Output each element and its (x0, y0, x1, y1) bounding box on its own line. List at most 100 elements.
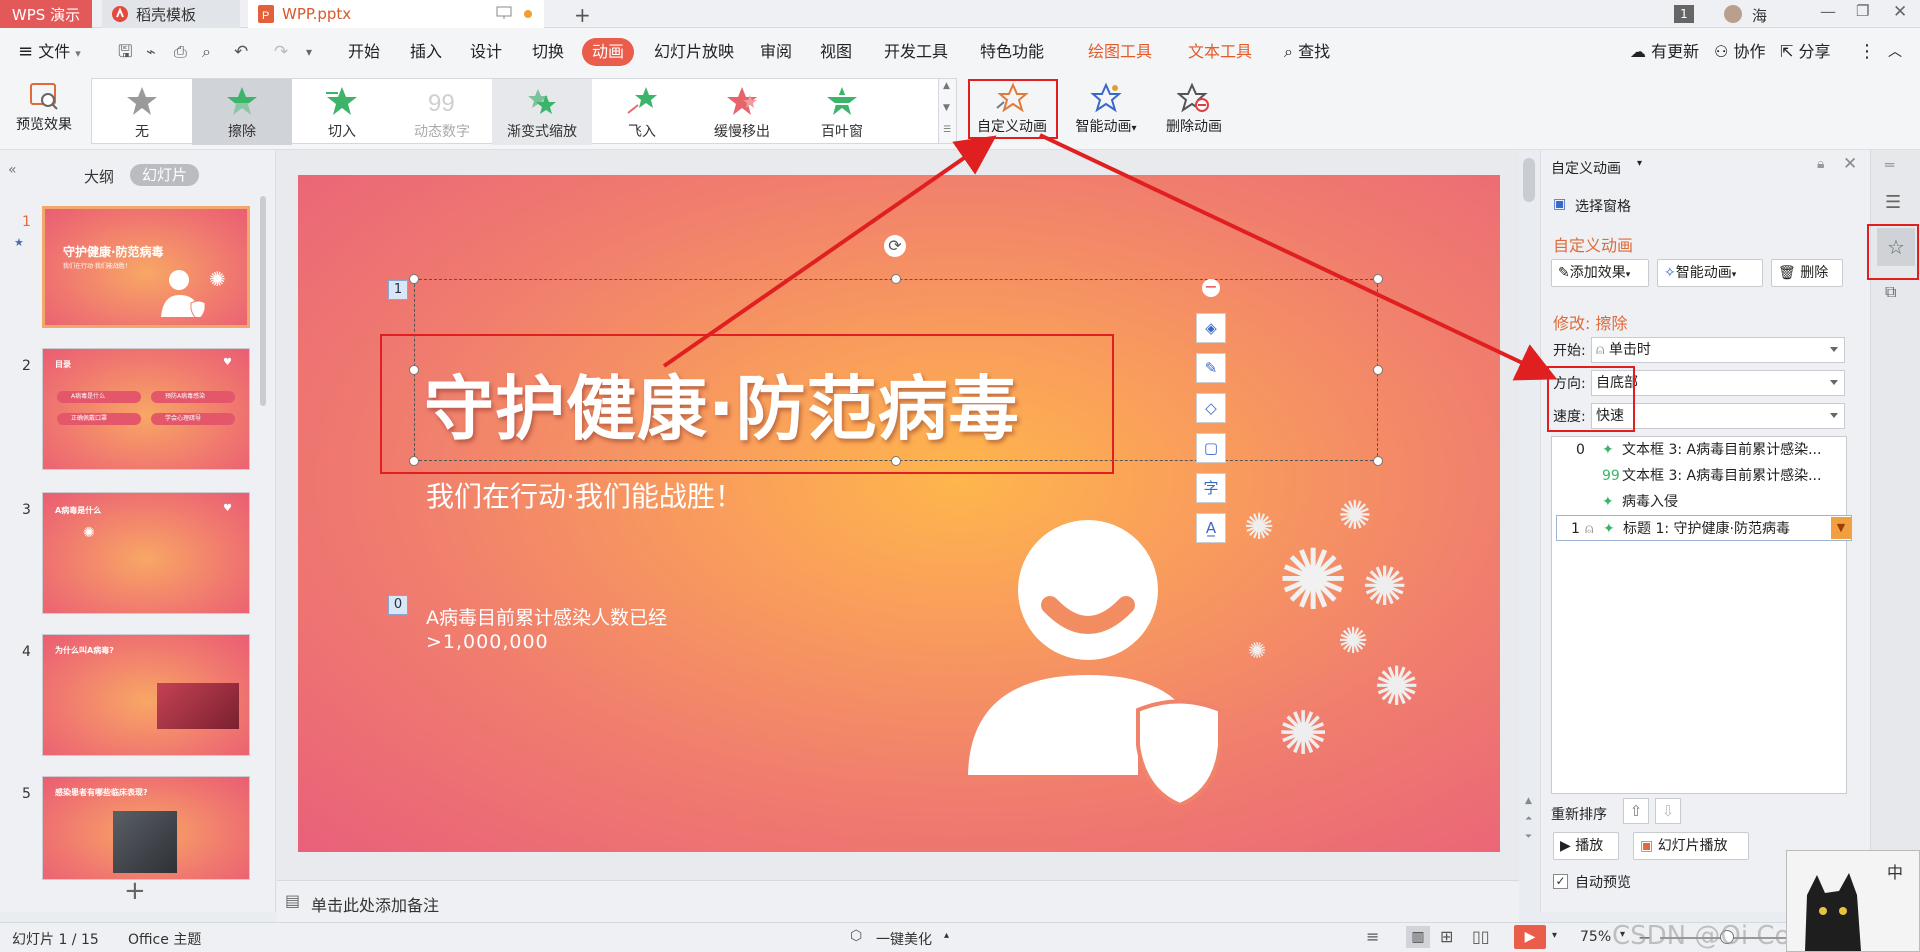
minimize-icon[interactable]: — (1820, 2, 1836, 21)
slide-thumbnail-3[interactable]: A病毒是什么 ♥ ✺ (42, 492, 250, 614)
collapse-toolbar-icon[interactable]: − (1202, 279, 1220, 297)
chevron-down-icon[interactable]: ▾ (1637, 158, 1642, 169)
save-icon[interactable]: 🖫 (118, 38, 132, 66)
file-menu[interactable]: ≡ 文件 ▾ (18, 38, 81, 66)
menu-insert[interactable]: 插入 (410, 38, 442, 66)
resize-handle[interactable] (1373, 365, 1383, 375)
direction-select[interactable]: 自底部 (1591, 370, 1845, 396)
floating-ime-widget[interactable]: 中 (1786, 850, 1920, 952)
next-slide-icon[interactable]: ⏷ (1525, 832, 1532, 842)
slide-canvas[interactable]: ⟳ 1 守护健康·防范病毒 我们在行动·我们能战胜！ 0 A病毒目前累计感染人数… (298, 175, 1500, 852)
selection-pane-link[interactable]: 选择窗格 (1575, 196, 1631, 216)
search-button[interactable]: ⌕ 查找 (1284, 38, 1330, 66)
gallery-expand-icon[interactable]: ☰ (943, 125, 951, 135)
fill-bucket-icon[interactable]: ◇ (1196, 393, 1226, 423)
delete-effect-button[interactable]: 🗑︎ 删除 (1771, 259, 1843, 287)
settings-sliders-icon[interactable]: ☰ (1885, 192, 1901, 213)
menu-transition[interactable]: 切换 (532, 38, 564, 66)
one-click-beautify[interactable]: 一键美化 (876, 929, 932, 949)
tab-outline[interactable]: 大纲 (84, 166, 114, 187)
slide-subtitle[interactable]: 我们在行动·我们能战胜！ (426, 475, 743, 515)
anim-cut-in[interactable]: 切入 (292, 79, 392, 145)
slide-thumbnail-5[interactable]: 感染患者有哪些临床表现? (42, 776, 250, 880)
start-select[interactable]: ⍝ 单击时 (1591, 337, 1845, 363)
anim-none[interactable]: 无 (92, 79, 192, 145)
item-dropdown-icon[interactable]: ▼ (1831, 517, 1851, 539)
menu-animation[interactable]: 动画 (582, 38, 635, 66)
resize-handle[interactable] (1373, 456, 1383, 466)
more-options-icon[interactable]: ⋮ (1858, 38, 1876, 66)
avatar[interactable] (1724, 5, 1742, 23)
menu-design[interactable]: 设计 (470, 38, 502, 66)
user-name[interactable]: 海 (1752, 5, 1767, 26)
slide-thumbnail-4[interactable]: 为什么叫A病毒? (42, 634, 250, 756)
speed-select[interactable]: 快速 (1591, 403, 1845, 429)
slide-sorter-icon[interactable]: ⊞ (1440, 927, 1453, 946)
monitor-icon[interactable] (496, 6, 512, 20)
slide-vscrollbar[interactable] (1523, 158, 1535, 202)
pen-icon[interactable]: ✎ (1196, 353, 1226, 383)
slide-body-number[interactable]: >1,000,000 (426, 631, 549, 653)
list-item[interactable]: ✦ 病毒入侵 (1556, 489, 1852, 515)
rotate-handle-icon[interactable]: ⟳ (884, 235, 906, 257)
animation-order-tag[interactable]: 1 (388, 280, 408, 300)
notes-bar[interactable]: ▤ 单击此处添加备注 (277, 880, 1519, 922)
collapse-ribbon-icon[interactable]: ︿ (1888, 38, 1902, 66)
slide-thumbnail-2[interactable]: 目录 ♥ A病毒是什么 预防A病毒感染 正确佩戴口罩 学会心理疏导 (42, 348, 250, 470)
layers-icon[interactable]: ◈ (1196, 313, 1226, 343)
menu-view[interactable]: 视图 (820, 38, 852, 66)
slide-thumbnail-1[interactable]: 守护健康·防范病毒 我们在行动·我们能战胜！ ✺ (42, 206, 250, 328)
reading-view-icon[interactable]: ▯▯ (1472, 927, 1490, 946)
resize-handle[interactable] (891, 274, 901, 284)
collapse-panel-icon[interactable]: « (8, 162, 17, 178)
pane-header[interactable]: 自定义动画 (1551, 158, 1621, 178)
outline-icon[interactable]: ▢ (1196, 433, 1226, 463)
play-slideshow-icon[interactable]: ▶ (1514, 925, 1546, 949)
chevron-down-icon[interactable]: ▾ (1552, 930, 1557, 941)
window-count-badge[interactable]: 1 (1674, 5, 1694, 23)
anim-gradual-zoom[interactable]: 渐变式缩放 (492, 79, 592, 145)
move-down-arrow-icon[interactable]: ⇩ (1655, 798, 1681, 824)
resize-handle[interactable] (1373, 274, 1383, 284)
prev-slide-icon[interactable]: ⏶ (1525, 814, 1532, 824)
restore-icon[interactable]: ❐ (1856, 2, 1869, 20)
print-icon[interactable]: ⎙ (174, 38, 187, 66)
format-painter-icon[interactable]: ⌁ (146, 38, 156, 66)
anim-blinds[interactable]: 百叶窗 (792, 79, 892, 145)
close-window-icon[interactable]: ✕ (1893, 2, 1907, 22)
custom-animation-sidebar-icon[interactable]: ☆ (1877, 228, 1915, 266)
resize-handle[interactable] (409, 274, 419, 284)
autopreview-checkbox[interactable]: ✓ (1553, 874, 1568, 889)
update-button[interactable]: ☁ 有更新 (1630, 38, 1699, 66)
tab-wpp-file[interactable]: P WPP.pptx (248, 0, 544, 28)
close-pane-icon[interactable]: ✕ (1843, 154, 1857, 174)
menu-drawing-tools[interactable]: 绘图工具 (1088, 38, 1152, 66)
scroll-up-icon[interactable]: ▲ (943, 81, 950, 91)
list-item[interactable]: 99 文本框 3: A病毒目前累计感染... (1556, 463, 1852, 489)
menu-text-tools[interactable]: 文本工具 (1188, 38, 1252, 66)
add-effect-button[interactable]: ✎添加效果▾ (1551, 259, 1649, 287)
redo-icon[interactable]: ↷ (274, 38, 288, 66)
text-char-icon[interactable]: 字 (1196, 473, 1226, 503)
thumbnail-scrollbar[interactable] (260, 196, 266, 406)
anim-fly-in[interactable]: 飞入 (592, 79, 692, 145)
undo-icon[interactable]: ↶ (234, 38, 248, 66)
anim-dynamic-number[interactable]: 99 动态数字 (392, 79, 492, 145)
text-effects-icon[interactable]: A̲ (1196, 513, 1226, 543)
anim-wipe[interactable]: 擦除 (192, 79, 292, 145)
slide-title[interactable]: 守护健康·防范病毒 (424, 353, 1020, 454)
slideshow-play-button[interactable]: ▣ 幻灯片播放 (1633, 832, 1749, 860)
preview-effect-button[interactable]: 预览效果 (8, 78, 80, 144)
add-slide-plus-icon[interactable]: + (124, 878, 146, 904)
custom-animation-button[interactable]: 自定义动画 (966, 78, 1058, 144)
scroll-up-icon[interactable]: ▲ (1525, 796, 1532, 806)
theme-name[interactable]: Office 主题 (128, 929, 201, 949)
scroll-down-icon[interactable]: ▼ (943, 103, 950, 113)
tab-slides[interactable]: 幻灯片 (130, 164, 200, 186)
resize-handle[interactable] (409, 456, 419, 466)
tab-docer-templates[interactable]: 稻壳模板 (102, 0, 240, 28)
normal-view-icon[interactable]: ▥ (1406, 926, 1430, 948)
zoom-level[interactable]: 75% (1580, 929, 1611, 945)
menu-home[interactable]: 开始 (348, 38, 380, 66)
notes-toggle-icon[interactable]: ≡ (1366, 927, 1379, 946)
